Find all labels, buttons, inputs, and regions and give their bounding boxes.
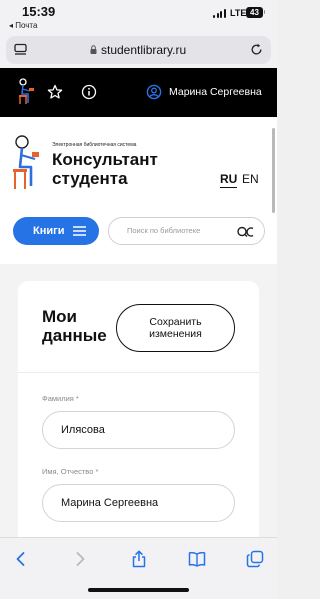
lock-icon — [90, 45, 97, 54]
books-menu-button[interactable]: Книги — [13, 217, 99, 245]
home-indicator — [88, 588, 189, 592]
signal-icon — [213, 9, 227, 18]
user-icon[interactable] — [146, 84, 162, 100]
menu-icon[interactable] — [14, 43, 27, 56]
page-scrollbar[interactable] — [272, 128, 275, 213]
browser-address-area: studentlibrary.ru — [0, 34, 277, 68]
star-icon[interactable] — [47, 84, 63, 100]
reload-icon[interactable] — [250, 43, 263, 56]
surname-label: Фамилия * — [42, 394, 79, 403]
back-icon[interactable] — [12, 550, 30, 568]
search-input[interactable]: Поиск по библиотеке — [108, 217, 265, 245]
profile-title-line2: данные — [42, 326, 107, 345]
site-top-nav: Марина Сергеевна — [0, 68, 277, 117]
reader-figure-icon[interactable] — [16, 78, 36, 106]
forward-icon[interactable] — [71, 550, 89, 568]
search-icon[interactable] — [237, 226, 254, 238]
brand-caption: Электронная библиотечная система — [52, 142, 137, 148]
hamburger-icon — [73, 226, 86, 236]
name-patronymic-field[interactable]: Марина Сергеевна — [42, 484, 235, 522]
brand-title-line2: студента — [52, 169, 128, 188]
name-patronymic-label: Имя, Отчество * — [42, 467, 99, 476]
battery-icon: 43 — [246, 7, 265, 18]
tabs-icon[interactable] — [246, 550, 264, 568]
profile-card: Мои данные Сохранить изменения Фамилия *… — [18, 281, 259, 537]
lang-en[interactable]: EN — [242, 172, 259, 186]
status-time: 15:39 — [22, 4, 56, 19]
books-button-label: Книги — [33, 225, 65, 237]
info-icon[interactable] — [81, 84, 97, 100]
search-placeholder: Поиск по библиотеке — [127, 226, 201, 235]
share-icon[interactable] — [130, 550, 148, 568]
url-text[interactable]: studentlibrary.ru — [101, 43, 186, 57]
address-bar[interactable]: studentlibrary.ru — [6, 36, 271, 64]
brand-title[interactable]: Консультант студента — [52, 150, 158, 188]
save-changes-button[interactable]: Сохранить изменения — [116, 304, 235, 352]
profile-title: Мои данные — [42, 307, 107, 345]
save-button-line2: изменения — [149, 328, 202, 340]
profile-title-line1: Мои — [42, 307, 77, 326]
user-name[interactable]: Марина Сергеевна — [169, 86, 262, 98]
network-type: LTE — [230, 8, 247, 18]
save-button-line1: Сохранить — [149, 316, 202, 328]
brand-logo[interactable] — [10, 133, 40, 193]
bookmarks-icon[interactable] — [188, 550, 206, 568]
page-content: Электронная библиотечная система Консуль… — [0, 117, 277, 537]
lang-ru[interactable]: RU — [220, 172, 238, 188]
brand-title-line1: Консультант — [52, 150, 158, 169]
surname-field[interactable]: Илясова — [42, 411, 235, 449]
status-bar: 15:39 ◂ Почта LTE 43 — [0, 0, 277, 34]
back-to-app-link[interactable]: ◂ Почта — [9, 21, 37, 30]
card-divider — [18, 372, 259, 373]
